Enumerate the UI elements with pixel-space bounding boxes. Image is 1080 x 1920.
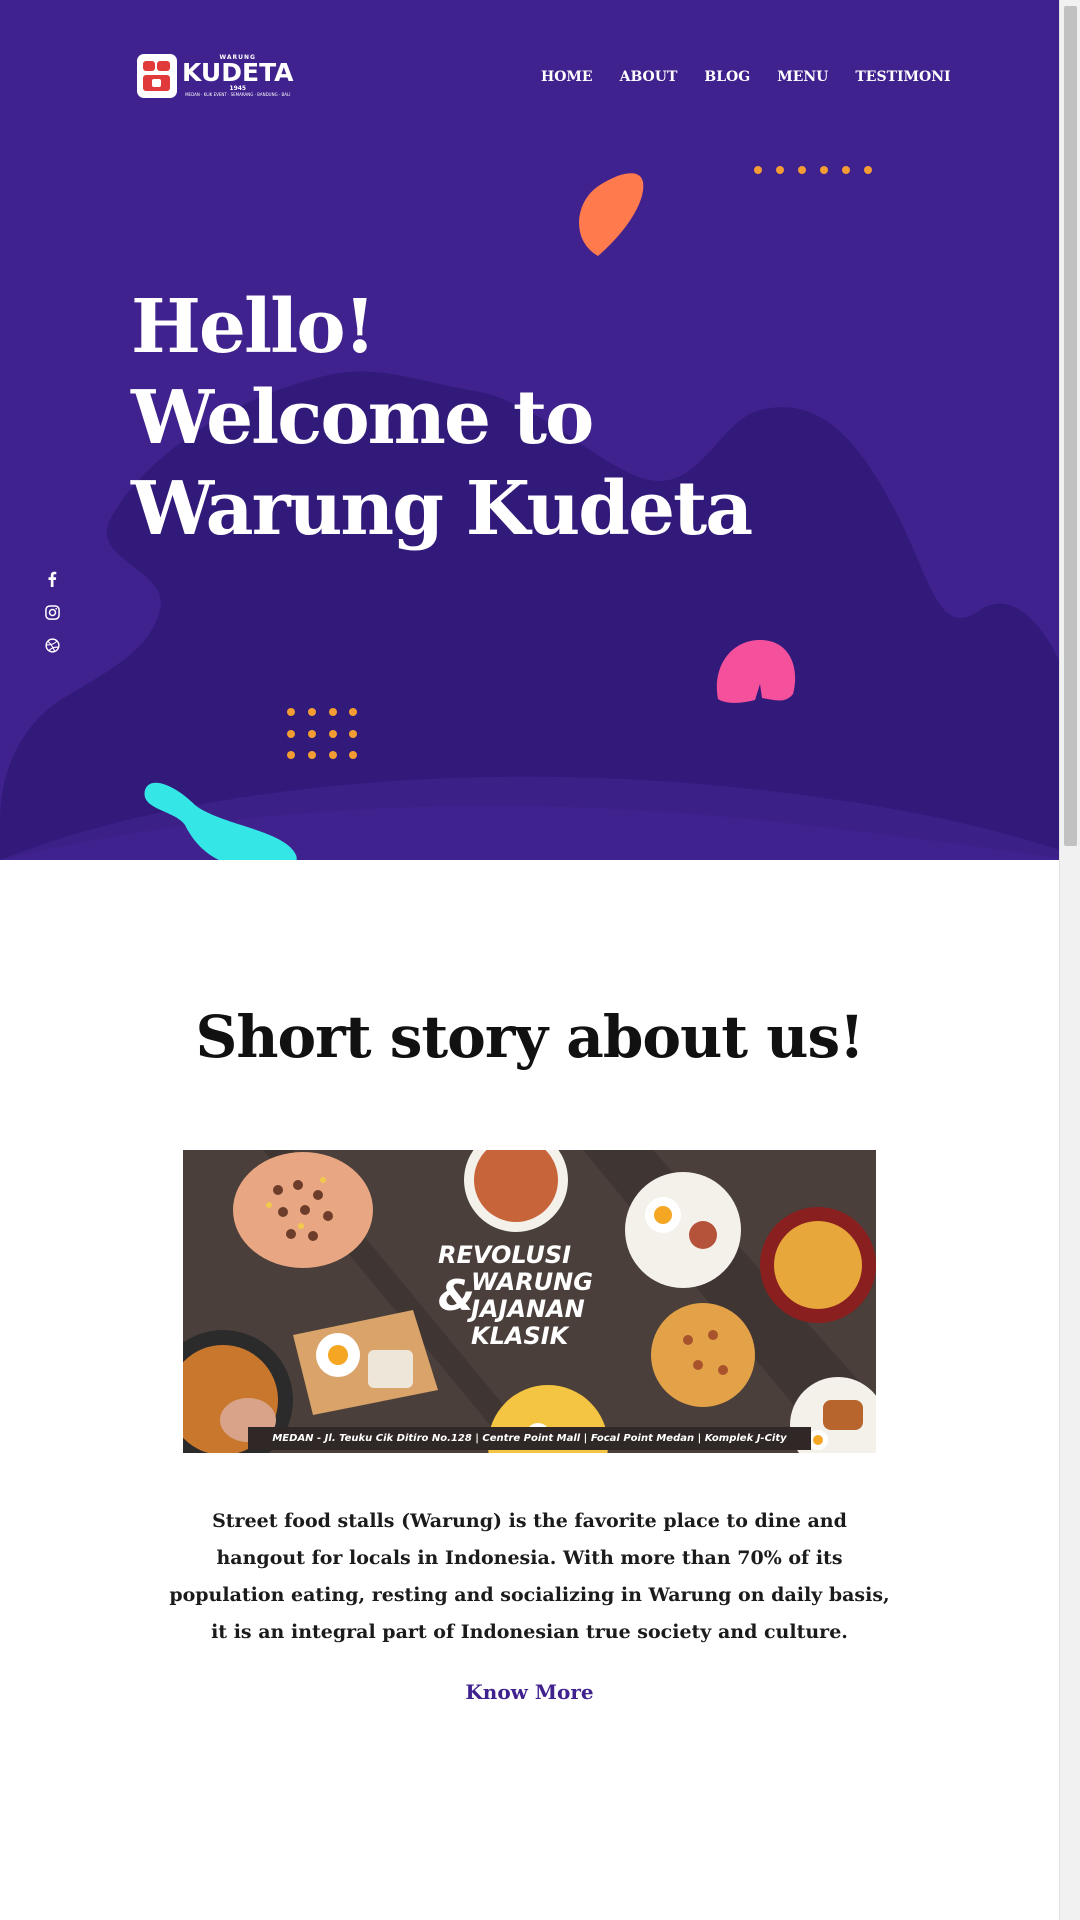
dribbble-icon[interactable] [43, 636, 61, 654]
coral-leaf-shape [579, 173, 644, 256]
banner-ampersand: & [438, 1271, 475, 1320]
nav-testimoni[interactable]: TESTIMONI [855, 69, 950, 85]
banner-line-3: JAJANAN [471, 1295, 585, 1323]
logo-brand: KUDETA [182, 58, 294, 87]
hero-line-2: Welcome to [131, 375, 594, 461]
logo-cities: MEDAN · KLIK EVENT · SEMARANG · BANDUNG … [185, 92, 291, 97]
hero-section: WARUNG KUDETA 1945 MEDAN · KLIK EVENT · … [0, 0, 1059, 860]
banner-line-1: REVOLUSI [438, 1241, 572, 1269]
banner-headline: REVOLUSI WARUNG & JAJANAN KLASIK [438, 1242, 593, 1350]
hero-line-3: Warung Kudeta [131, 466, 753, 552]
page: WARUNG KUDETA 1945 MEDAN · KLIK EVENT · … [0, 0, 1059, 1920]
about-banner-image: REVOLUSI WARUNG & JAJANAN KLASIK MEDAN -… [183, 1150, 876, 1453]
orange-dots-row [754, 166, 872, 174]
know-more-link[interactable]: Know More [0, 1680, 1059, 1704]
logo-year: 1945 [229, 85, 247, 92]
banner-line-4: KLASIK [471, 1322, 569, 1350]
nav-about[interactable]: ABOUT [620, 69, 678, 85]
about-title: Short story about us! [195, 1003, 864, 1071]
about-body-text: Street food stalls (Warung) is the favor… [169, 1510, 890, 1643]
banner-address-bar: MEDAN - Jl. Teuku Cik Ditiro No.128 | Ce… [183, 1423, 876, 1453]
site-logo[interactable]: WARUNG KUDETA 1945 MEDAN · KLIK EVENT · … [137, 54, 294, 98]
logo-text: WARUNG KUDETA 1945 MEDAN · KLIK EVENT · … [182, 54, 294, 98]
nav-blog[interactable]: BLOG [704, 69, 750, 85]
facebook-icon[interactable] [43, 570, 61, 588]
hero-heading: Hello! Welcome to Warung Kudeta [131, 282, 753, 555]
nav-menu[interactable]: MENU [777, 69, 828, 85]
banner-line-2: WARUNG [471, 1268, 593, 1296]
page-scrollbar[interactable] [1059, 0, 1080, 1920]
scrollbar-thumb[interactable] [1064, 6, 1077, 846]
main-nav: HOME ABOUT BLOG MENU TESTIMONI [541, 69, 951, 85]
logo-badge-icon [137, 54, 177, 98]
social-links [43, 570, 61, 669]
banner-address-text: MEDAN - Jl. Teuku Cik Ditiro No.128 | Ce… [248, 1426, 811, 1450]
hero-line-1: Hello! [131, 284, 376, 370]
nav-home[interactable]: HOME [541, 69, 593, 85]
instagram-icon[interactable] [43, 603, 61, 621]
